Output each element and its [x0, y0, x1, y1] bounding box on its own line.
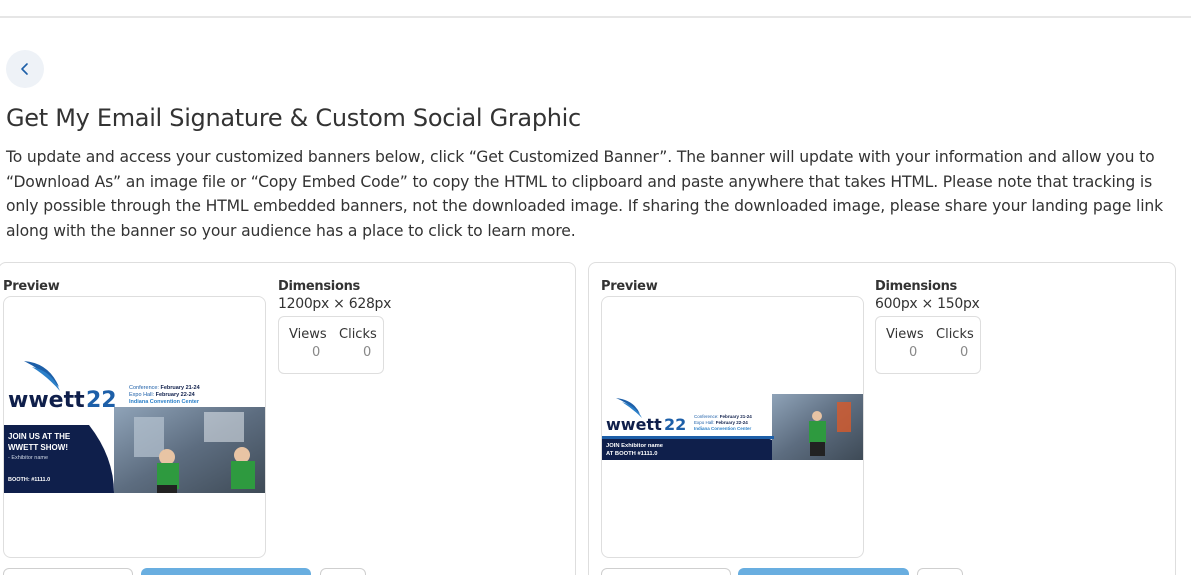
get-customized-banner-button[interactable]: [738, 568, 909, 575]
banner-logo-text: wwett: [606, 415, 662, 434]
banner-image-small: wwett 22 Conference: February 21-24 Expo…: [602, 394, 863, 460]
banner-logo-text: wwett: [8, 388, 85, 413]
stats-box: Views Clicks 0 0: [875, 316, 981, 374]
page-description: To update and access your customized ban…: [6, 148, 1164, 240]
preview-label: Preview: [3, 279, 60, 294]
back-button[interactable]: [6, 50, 44, 88]
clicks-label: Clicks: [936, 327, 974, 342]
banner-booth: BOOTH: #1111.0: [8, 477, 50, 483]
banner-card-600x150: Preview Dimensions 600px × 150px wwett 2…: [588, 262, 1176, 575]
svg-text:Indiana Convention Center: Indiana Convention Center: [129, 399, 200, 405]
banner-image-large: wwett 22 Conference: February 21-24 Expo…: [4, 357, 265, 493]
svg-text:Conference: February 21-24: Conference: February 21-24: [694, 414, 752, 419]
views-count: 0: [909, 345, 918, 360]
svg-text:Expo Hall: February 22-24: Expo Hall: February 22-24: [129, 392, 196, 398]
banner-cta-line1: JOIN US AT THE: [8, 432, 71, 441]
views-label: Views: [886, 327, 924, 342]
download-as-button[interactable]: [601, 568, 731, 575]
more-options-button[interactable]: [917, 568, 963, 575]
dimensions-value: 600px × 150px: [875, 296, 980, 312]
clicks-label: Clicks: [339, 327, 377, 342]
views-count: 0: [312, 345, 321, 360]
stats-box: Views Clicks 0 0: [278, 316, 384, 374]
svg-text:Indiana Convention Center: Indiana Convention Center: [694, 426, 752, 431]
page-title: Get My Email Signature & Custom Social G…: [6, 104, 581, 132]
views-label: Views: [289, 327, 327, 342]
dimensions-value: 1200px × 628px: [278, 296, 392, 312]
banner-preview: wwett 22 Conference: February 21-24 Expo…: [3, 296, 266, 558]
svg-text:Conference: February 21-24: Conference: February 21-24: [129, 385, 201, 391]
clicks-count: 0: [960, 345, 969, 360]
chevron-left-icon: [21, 63, 28, 75]
banner-cta-line2: AT BOOTH #1111.0: [606, 451, 657, 457]
clicks-count: 0: [363, 345, 372, 360]
banner-cta-line2: WWETT SHOW!: [8, 443, 68, 452]
preview-label: Preview: [601, 279, 658, 294]
banner-cta-line1: JOIN Exhibitor name: [606, 443, 664, 449]
svg-text:Expo Hall: February 22-24: Expo Hall: February 22-24: [694, 420, 748, 425]
dimensions-label: Dimensions: [278, 279, 360, 294]
dimensions-label: Dimensions: [875, 279, 957, 294]
get-customized-banner-button[interactable]: [141, 568, 311, 575]
banner-card-1200x628: Preview Dimensions 1200px × 628px wwett …: [0, 262, 576, 575]
download-as-button[interactable]: [3, 568, 133, 575]
more-options-button[interactable]: [320, 568, 366, 575]
banner-logo-number: 22: [664, 415, 686, 434]
banner-exhibitor: - Exhibitor name: [8, 455, 48, 461]
banner-logo-number: 22: [86, 388, 117, 413]
banner-preview: wwett 22 Conference: February 21-24 Expo…: [601, 296, 864, 558]
top-bar: [0, 0, 1191, 18]
